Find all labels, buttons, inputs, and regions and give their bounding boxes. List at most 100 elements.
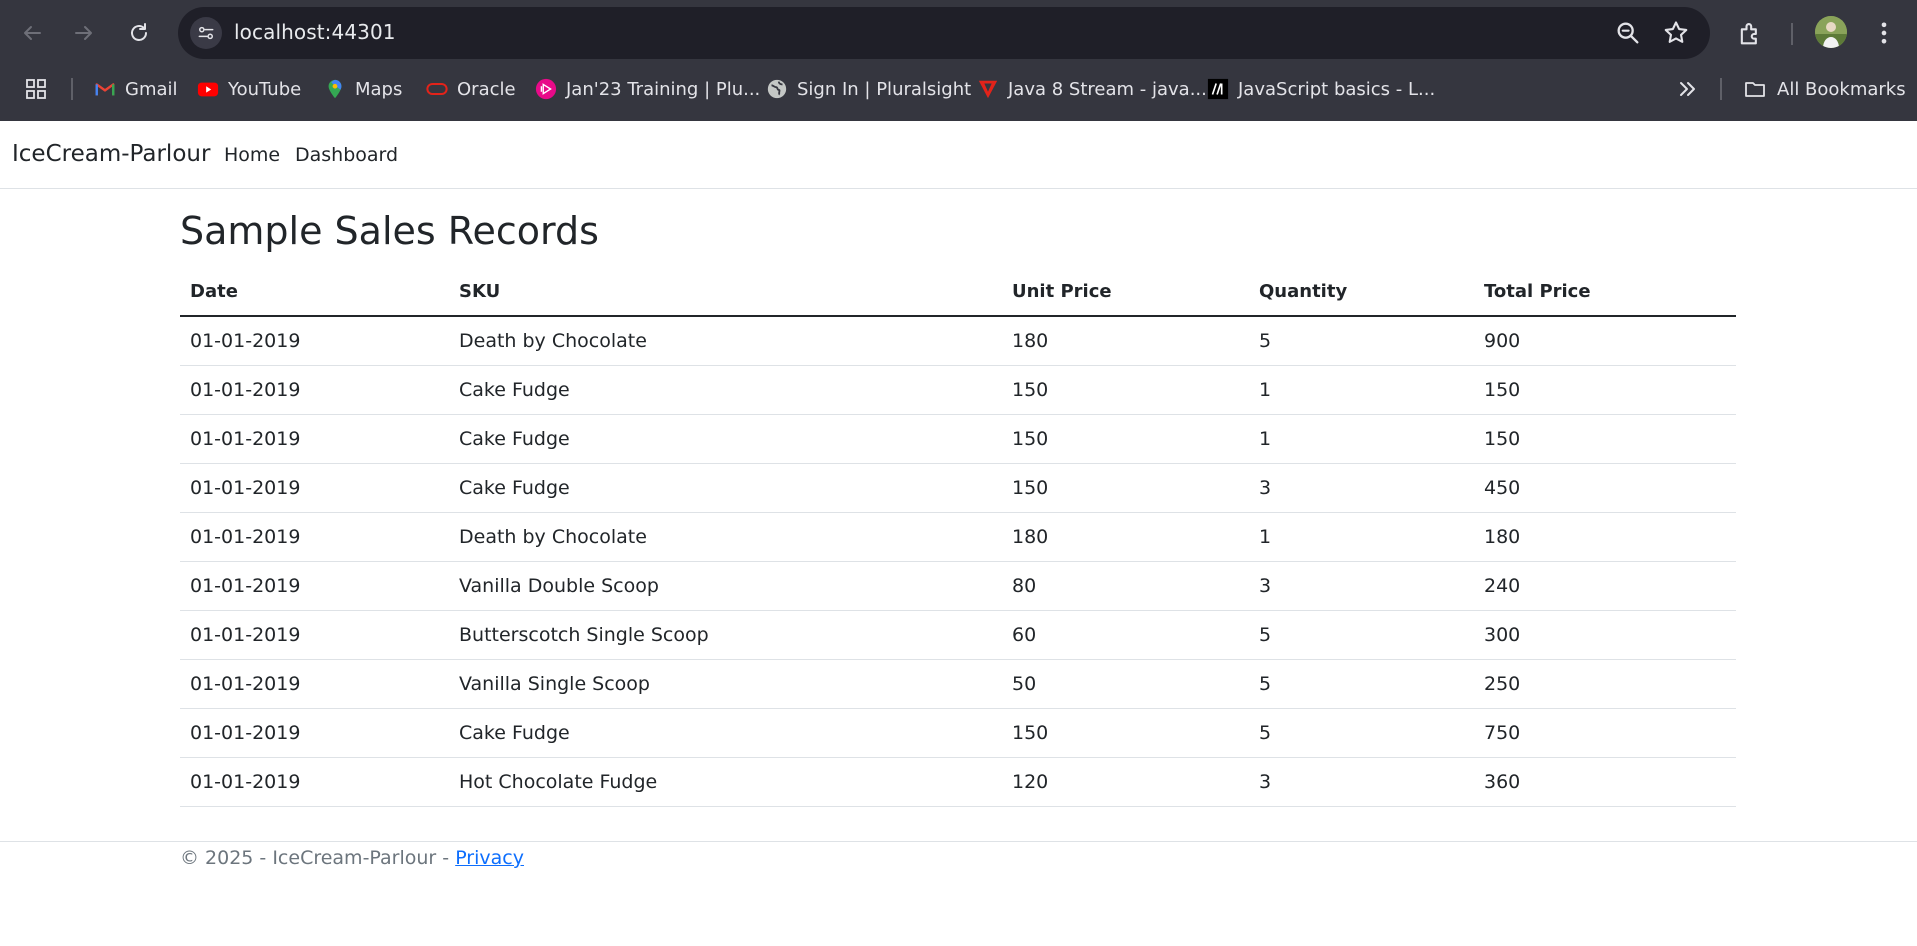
table-cell: 01-01-2019	[180, 610, 449, 660]
bookmarks-divider	[1720, 78, 1722, 100]
table-cell: 01-01-2019	[180, 659, 449, 709]
table-cell: 150	[1474, 414, 1736, 464]
bookmark-pluralsight-signin[interactable]: Sign In | Pluralsight	[766, 72, 971, 106]
table-cell: Death by Chocolate	[449, 316, 1002, 366]
column-header: Quantity	[1249, 268, 1474, 317]
main-content: Sample Sales Records Date SKU Unit Price Qu…	[180, 205, 1736, 807]
bookmark-youtube[interactable]: YouTube	[197, 72, 301, 106]
gmail-icon	[94, 78, 116, 100]
table-cell: 360	[1474, 757, 1736, 807]
column-header: Date	[180, 268, 449, 317]
extensions-icon[interactable]	[1736, 20, 1764, 48]
table-cell: 180	[1002, 512, 1249, 562]
table-cell: 750	[1474, 708, 1736, 758]
table-cell: 01-01-2019	[180, 561, 449, 611]
brand-link[interactable]: IceCream-Parlour	[12, 141, 210, 167]
bookmark-gmail[interactable]: Gmail	[94, 72, 178, 106]
table-cell: 50	[1002, 659, 1249, 709]
footer: © 2025 - IceCream-Parlour - Privacy	[0, 841, 1917, 946]
table-cell: 01-01-2019	[180, 414, 449, 464]
bookmark-oracle[interactable]: Oracle	[426, 72, 516, 106]
folder-icon	[1745, 82, 1765, 97]
all-bookmarks-button[interactable]: All Bookmarks	[1743, 72, 1906, 106]
toolbar-divider	[1791, 23, 1793, 45]
bookmarks-bar: Gmail YouTube Maps Oracle Jan'23 Trainin…	[0, 72, 1917, 106]
java-icon	[977, 78, 999, 100]
bookmarks-divider	[71, 78, 73, 100]
table-cell: Vanilla Single Scoop	[449, 659, 1002, 709]
table-cell: 01-01-2019	[180, 463, 449, 513]
table-cell: 1	[1249, 414, 1474, 464]
column-header: Unit Price	[1002, 268, 1249, 317]
bookmark-star-icon[interactable]	[1662, 19, 1690, 47]
url-text[interactable]: localhost:44301	[234, 20, 396, 44]
apps-grid-icon[interactable]	[24, 77, 48, 101]
table-cell: 300	[1474, 610, 1736, 660]
table-cell: 5	[1249, 316, 1474, 366]
chevron-double-right-icon[interactable]	[1673, 77, 1701, 101]
table-cell: 3	[1249, 463, 1474, 513]
bookmark-pluralsight-training[interactable]: Jan'23 Training | Plu...	[535, 72, 760, 106]
column-header: SKU	[449, 268, 1002, 317]
table-row: 01-01-2019 Butterscotch Single Scoop 60 5 30…	[180, 610, 1736, 660]
table-cell: 150	[1002, 365, 1249, 415]
table-row: 01-01-2019 Death by Chocolate 180 1 180	[180, 512, 1736, 562]
browser-toolbar: localhost:44301	[0, 7, 1917, 59]
table-cell: 5	[1249, 708, 1474, 758]
reload-icon	[131, 23, 147, 41]
table-cell: 180	[1474, 512, 1736, 562]
sales-table: Date SKU Unit Price Quantity Total Price 01-…	[180, 268, 1736, 807]
table-cell: Butterscotch Single Scoop	[449, 610, 1002, 660]
table-cell: 5	[1249, 610, 1474, 660]
bookmark-maps[interactable]: Maps	[324, 72, 402, 106]
table-cell: 150	[1474, 365, 1736, 415]
table-cell: Vanilla Double Scoop	[449, 561, 1002, 611]
table-cell: 3	[1249, 757, 1474, 807]
table-cell: 01-01-2019	[180, 757, 449, 807]
table-cell: 120	[1002, 757, 1249, 807]
table-cell: Cake Fudge	[449, 463, 1002, 513]
kebab-menu-icon[interactable]	[1870, 19, 1898, 47]
table-cell: Cake Fudge	[449, 708, 1002, 758]
table-cell: 5	[1249, 659, 1474, 709]
table-cell: 250	[1474, 659, 1736, 709]
nav-link-dashboard[interactable]: Dashboard	[295, 144, 398, 166]
table-cell: Death by Chocolate	[449, 512, 1002, 562]
address-bar[interactable]: localhost:44301	[178, 7, 1710, 59]
forward-button[interactable]	[68, 17, 100, 49]
copyright-text: © 2025 - IceCream-Parlour -	[180, 847, 456, 869]
table-cell: 150	[1002, 708, 1249, 758]
bookmark-javascript-basics[interactable]: JavaScript basics - L...	[1207, 72, 1435, 106]
table-cell: 01-01-2019	[180, 365, 449, 415]
youtube-icon	[197, 78, 219, 100]
back-button[interactable]	[16, 17, 48, 49]
profile-avatar[interactable]	[1815, 16, 1847, 48]
table-cell: 3	[1249, 561, 1474, 611]
table-body: 01-01-2019 Death by Chocolate 180 5 900 01-01…	[180, 316, 1736, 807]
table-cell: 01-01-2019	[180, 316, 449, 366]
table-row: 01-01-2019 Death by Chocolate 180 5 900	[180, 316, 1736, 366]
table-row: 01-01-2019 Cake Fudge 150 5 750	[180, 708, 1736, 758]
table-cell: 150	[1002, 414, 1249, 464]
table-row: 01-01-2019 Vanilla Single Scoop 50 5 250	[180, 659, 1736, 709]
table-cell: Cake Fudge	[449, 365, 1002, 415]
zoom-icon[interactable]	[1614, 19, 1642, 47]
page-title: Sample Sales Records	[180, 209, 599, 253]
table-cell: 450	[1474, 463, 1736, 513]
table-cell: 01-01-2019	[180, 512, 449, 562]
oracle-icon	[426, 78, 448, 100]
table-cell: 1	[1249, 512, 1474, 562]
bookmark-java-stream[interactable]: Java 8 Stream - java...	[977, 72, 1207, 106]
pluralsight-icon	[535, 78, 557, 100]
table-cell: 900	[1474, 316, 1736, 366]
table-cell: Hot Chocolate Fudge	[449, 757, 1002, 807]
tune-icon	[198, 26, 214, 40]
table-cell: 1	[1249, 365, 1474, 415]
table-cell: 240	[1474, 561, 1736, 611]
footer-text: © 2025 - IceCream-Parlour - Privacy	[180, 847, 524, 869]
table-cell: 180	[1002, 316, 1249, 366]
privacy-link[interactable]: Privacy	[455, 847, 524, 869]
nav-link-home[interactable]: Home	[224, 144, 280, 166]
site-settings-button[interactable]	[190, 17, 222, 49]
reload-button[interactable]	[123, 17, 155, 49]
